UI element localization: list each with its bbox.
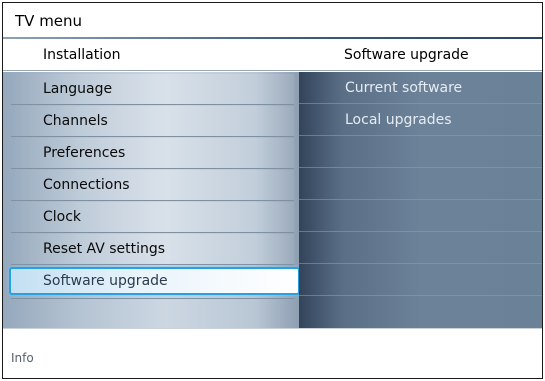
info-label: Info xyxy=(11,351,34,365)
menu-item-label: Reset AV settings xyxy=(43,241,166,257)
menu-item-connections[interactable]: Connections xyxy=(11,170,294,201)
header-software-upgrade: Software upgrade xyxy=(344,47,469,63)
title-bar: TV menu xyxy=(3,3,542,37)
submenu-empty-row xyxy=(299,264,542,296)
submenu-item-label: Local upgrades xyxy=(345,112,452,128)
menu-item-label: Connections xyxy=(43,177,130,193)
menu-item-channels[interactable]: Channels xyxy=(11,106,294,137)
header-installation: Installation xyxy=(43,47,121,63)
menu-item-label: Preferences xyxy=(43,145,126,161)
menu-item-label: Software upgrade xyxy=(43,273,168,289)
menu-item-reset-av-settings[interactable]: Reset AV settings xyxy=(11,234,294,265)
menu-item-label: Channels xyxy=(43,113,108,129)
menu-item-clock[interactable]: Clock xyxy=(11,202,294,233)
submenu-empty-row xyxy=(299,168,542,200)
submenu-empty-row xyxy=(299,136,542,168)
menu-empty-row xyxy=(11,298,294,326)
tv-menu-window: TV menu Installation Software upgrade La… xyxy=(2,2,543,379)
menu-item-software-upgrade[interactable]: Software upgrade xyxy=(9,267,300,295)
submenu-list: Current software Local upgrades xyxy=(299,72,542,328)
menu-item-preferences[interactable]: Preferences xyxy=(11,138,294,169)
menu-item-language[interactable]: Language xyxy=(11,74,294,105)
submenu-empty-row xyxy=(299,232,542,264)
menu-list: Language Channels Preferences Connection… xyxy=(3,72,300,328)
menu-item-label: Clock xyxy=(43,209,82,225)
submenu-item-local-upgrades[interactable]: Local upgrades xyxy=(299,104,542,136)
submenu-empty-row xyxy=(299,200,542,232)
info-bar: Info xyxy=(3,328,542,378)
submenu-item-label: Current software xyxy=(345,80,463,96)
submenu-item-current-software[interactable]: Current software xyxy=(299,72,542,104)
menu-item-label: Language xyxy=(43,81,113,97)
breadcrumb: Installation Software upgrade xyxy=(3,39,542,71)
window-title: TV menu xyxy=(15,12,83,30)
